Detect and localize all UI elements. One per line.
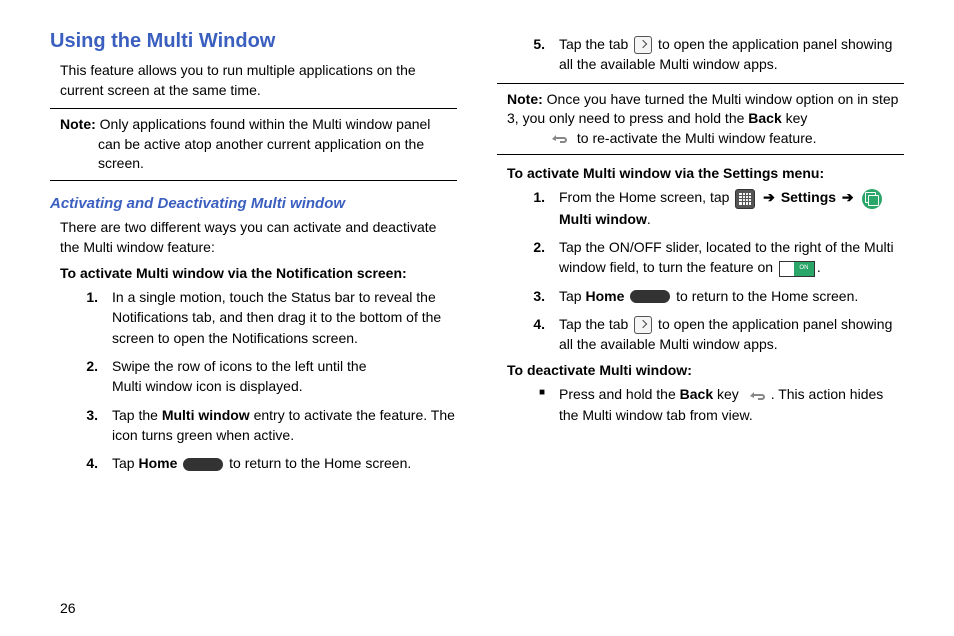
note-block: Note: Once you have turned the Multi win… (497, 83, 904, 156)
step-text: Tap the ON/OFF slider, located to the ri… (559, 237, 904, 278)
note-block: Note: Only applications found within the… (50, 108, 457, 181)
step-number: 4. (72, 453, 98, 473)
step-item: 1. From the Home screen, tap ➔ Settings … (497, 187, 904, 229)
step-item: 4. Tap Home to return to the Home screen… (50, 453, 457, 473)
step-item: 3. Tap the Multi window entry to activat… (50, 405, 457, 446)
step-number: 2. (72, 356, 98, 397)
on-off-toggle-icon: ON (779, 261, 815, 277)
step-list: 1. In a single motion, touch the Status … (50, 287, 457, 473)
bullet-text: Press and hold the Back key . This actio… (559, 384, 904, 425)
bullet-marker: ■ (519, 384, 545, 425)
back-key-icon (547, 132, 571, 146)
step-item: 1. In a single motion, touch the Status … (50, 287, 457, 348)
note-text: Only applications found within the Multi… (96, 116, 431, 132)
left-column: Using the Multi Window This feature allo… (50, 30, 457, 482)
intro-paragraph: This feature allows you to run multiple … (60, 61, 457, 100)
home-button-icon (630, 290, 670, 303)
step-text: Tap Home to return to the Home screen. (112, 453, 457, 473)
step-number: 1. (72, 287, 98, 348)
step-number: 2. (519, 237, 545, 278)
step-item: 3. Tap Home to return to the Home screen… (497, 286, 904, 306)
step-text: Tap Home to return to the Home screen. (559, 286, 904, 306)
step-text: Tap the tab to open the application pane… (559, 314, 904, 355)
procedure-label: To activate Multi window via the Notific… (60, 265, 457, 281)
bullet-item: ■ Press and hold the Back key . This act… (497, 384, 904, 425)
step-text: In a single motion, touch the Status bar… (112, 287, 457, 348)
bullet-list: ■ Press and hold the Back key . This act… (497, 384, 904, 425)
note-text: can be active atop another current appli… (98, 135, 457, 174)
section-heading: Using the Multi Window (50, 30, 457, 53)
step-number: 5. (519, 34, 545, 75)
back-key-icon (745, 389, 769, 403)
note-label: Note: (60, 116, 96, 132)
step-text: From the Home screen, tap ➔ Settings ➔ M… (559, 187, 904, 229)
step-text: Swipe the row of icons to the left until… (112, 356, 457, 397)
apps-grid-icon (735, 189, 755, 209)
step-number: 3. (72, 405, 98, 446)
step-text: Tap the Multi window entry to activate t… (112, 405, 457, 446)
step-item: 2. Swipe the row of icons to the left un… (50, 356, 457, 397)
step-item: 5. Tap the tab to open the application p… (497, 34, 904, 75)
subsection-heading: Activating and Deactivating Multi window (50, 195, 457, 212)
step-item: 2. Tap the ON/OFF slider, located to the… (497, 237, 904, 278)
note-text: Once you have turned the Multi window op… (507, 91, 898, 127)
procedure-label: To activate Multi window via the Setting… (507, 165, 904, 181)
note-label: Note: (507, 91, 543, 107)
right-column: 5. Tap the tab to open the application p… (497, 30, 904, 482)
step-number: 4. (519, 314, 545, 355)
multi-window-icon (862, 189, 882, 209)
subsection-intro: There are two different ways you can act… (60, 218, 457, 257)
page-number: 26 (60, 600, 76, 616)
home-button-icon (183, 458, 223, 471)
step-number: 1. (519, 187, 545, 229)
step-list: 1. From the Home screen, tap ➔ Settings … (497, 187, 904, 354)
tab-chevron-icon (634, 36, 652, 54)
step-text: Tap the tab to open the application pane… (559, 34, 904, 75)
step-item: 4. Tap the tab to open the application p… (497, 314, 904, 355)
step-number: 3. (519, 286, 545, 306)
tab-chevron-icon (634, 316, 652, 334)
step-list: 5. Tap the tab to open the application p… (497, 34, 904, 75)
procedure-label: To deactivate Multi window: (507, 362, 904, 378)
